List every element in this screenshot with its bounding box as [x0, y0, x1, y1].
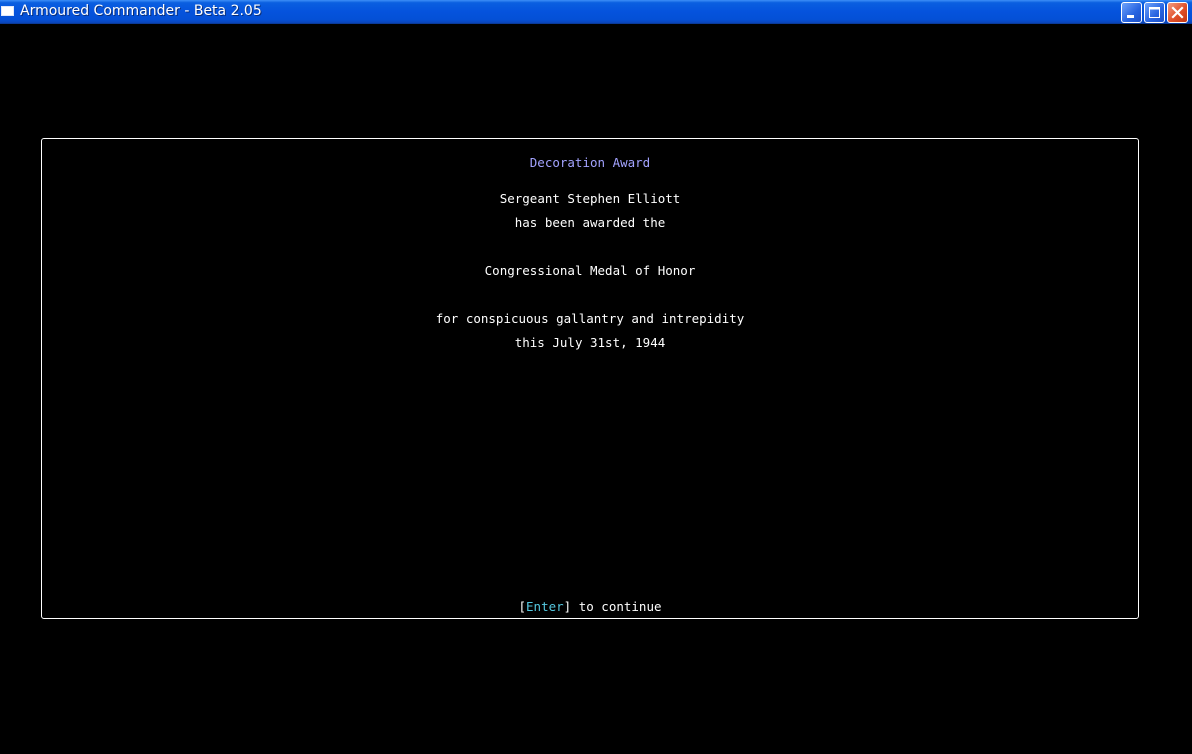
maximize-icon: [1149, 7, 1160, 18]
awarded-line: has been awarded the: [514, 215, 666, 230]
medal-name: Congressional Medal of Honor: [484, 263, 696, 278]
close-button[interactable]: [1167, 2, 1188, 23]
recipient-name: Sergeant Stephen Elliott: [499, 191, 681, 206]
continue-prompt[interactable]: [Enter] to continue: [42, 599, 1138, 615]
window-title: Armoured Commander - Beta 2.05: [20, 3, 262, 19]
prompt-open-bracket: [: [518, 599, 527, 614]
maximize-button[interactable]: [1144, 2, 1165, 23]
prompt-text: to continue: [571, 599, 662, 614]
decoration-award-dialog: Decoration Award Sergeant Stephen Elliot…: [41, 138, 1139, 619]
close-icon: [1171, 6, 1184, 19]
citation-text: for conspicuous gallantry and intrepidit…: [435, 311, 745, 326]
enter-key-label[interactable]: Enter: [526, 599, 564, 614]
minimize-button[interactable]: [1121, 2, 1142, 23]
app-window: Armoured Commander - Beta 2.05 Decoratio…: [0, 0, 1192, 754]
app-icon: [1, 6, 14, 16]
title-bar[interactable]: Armoured Commander - Beta 2.05: [0, 0, 1192, 24]
minimize-icon: [1127, 15, 1134, 18]
dialog-heading: Decoration Award: [529, 155, 651, 170]
date-line: this July 31st, 1944: [514, 335, 666, 350]
